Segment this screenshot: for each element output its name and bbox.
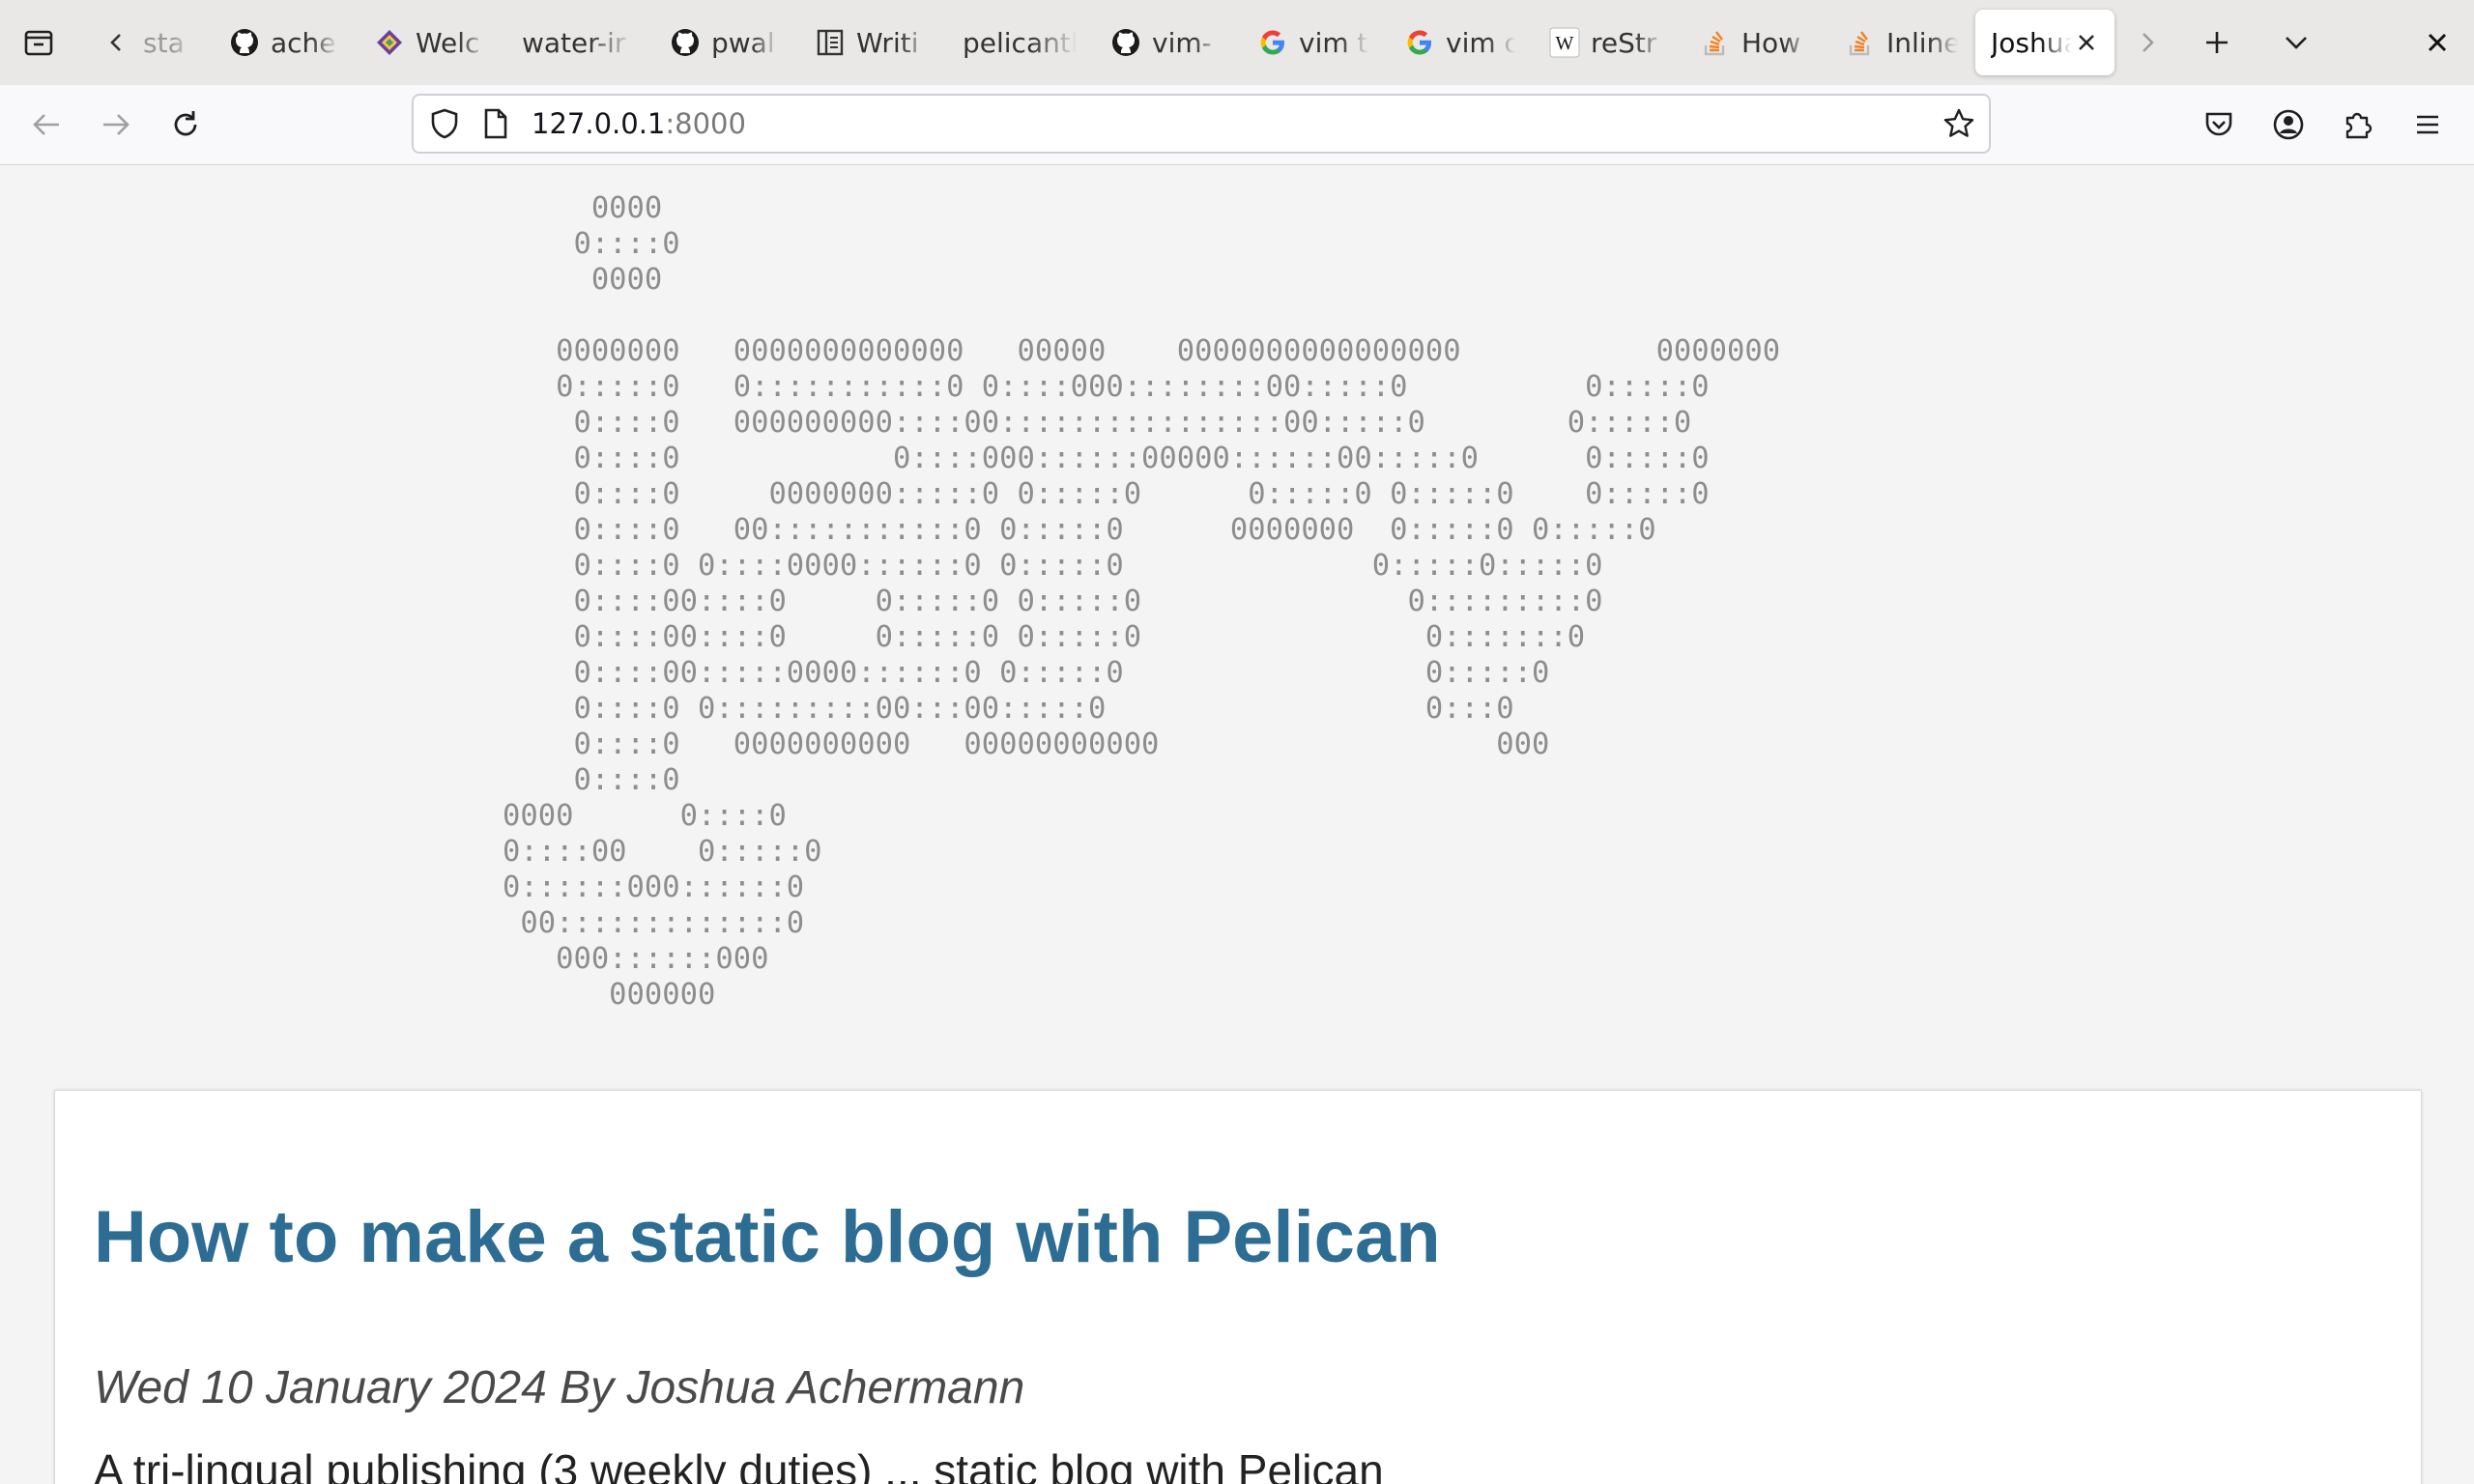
- tab-0[interactable]: sta: [93, 10, 193, 75]
- tab-active[interactable]: Joshua: [1975, 10, 2114, 75]
- arrow-left-icon: [33, 114, 59, 135]
- window-close-button[interactable]: [2402, 0, 2472, 85]
- close-icon: [2428, 33, 2447, 52]
- tab-label: Writi: [856, 26, 919, 59]
- puzzle-icon: [2345, 112, 2373, 139]
- tab-8[interactable]: vim t: [1249, 10, 1368, 75]
- navigation-toolbar: 127.0.0.1:8000: [0, 85, 2474, 165]
- wikipedia-icon: W: [1548, 26, 1581, 59]
- tab-label: pelicantl: [963, 26, 1077, 59]
- firefox-view-button[interactable]: [4, 0, 73, 85]
- forward-button[interactable]: [93, 101, 139, 148]
- url-text[interactable]: 127.0.0.1:8000: [532, 96, 746, 152]
- tab-label: ache: [271, 26, 336, 59]
- tab-9[interactable]: vim c: [1395, 10, 1515, 75]
- tab-label: reStr: [1591, 26, 1657, 59]
- stackoverflow-icon: [1699, 26, 1732, 59]
- tab-label: Inline: [1886, 26, 1958, 59]
- tab-1[interactable]: ache: [220, 10, 338, 75]
- article-card: How to make a static blog with Pelican W…: [54, 1090, 2422, 1484]
- page-info-icon[interactable]: [479, 107, 512, 140]
- hamburger-menu-icon: [2417, 115, 2438, 134]
- github-icon: [1109, 26, 1142, 59]
- tab-label: Welc: [416, 26, 480, 59]
- tab-label: vim-: [1152, 26, 1212, 59]
- tab-3[interactable]: water-ir: [514, 10, 634, 75]
- svg-text:W: W: [1556, 33, 1574, 54]
- tab-11[interactable]: How: [1691, 10, 1811, 75]
- document-icon: [814, 26, 847, 59]
- url-bar[interactable]: 127.0.0.1:8000: [412, 94, 1991, 154]
- close-icon[interactable]: [2072, 28, 2101, 57]
- page-viewport: 0000 0::::0 0000 0000000 0000000000000 0…: [0, 165, 2474, 1484]
- tab-label: vim c: [1446, 26, 1515, 59]
- tab-10[interactable]: W reStr: [1540, 10, 1664, 75]
- extensions-button[interactable]: [2335, 101, 2381, 148]
- pocket-icon: [2205, 112, 2232, 136]
- google-icon: [1403, 26, 1436, 59]
- arrow-right-icon: [103, 114, 129, 135]
- tab-2[interactable]: Welc: [365, 10, 487, 75]
- google-icon: [1256, 26, 1289, 59]
- tab-label: vim t: [1299, 26, 1368, 59]
- tab-6[interactable]: pelicantl: [957, 10, 1077, 75]
- github-icon: [669, 26, 702, 59]
- chevron-right-icon: [2143, 33, 2154, 52]
- article-excerpt: A tri-lingual publishing (3 weekly dutie…: [94, 1445, 1384, 1484]
- article-title-link[interactable]: How to make a static blog with Pelican: [94, 1195, 1441, 1279]
- tab-7[interactable]: vim-: [1102, 10, 1222, 75]
- chevron-down-icon: [2286, 37, 2307, 49]
- github-icon: [228, 26, 261, 59]
- tab-12[interactable]: Inline: [1836, 10, 1958, 75]
- firefox-view-icon: [24, 30, 53, 56]
- pocket-button[interactable]: [2196, 101, 2242, 148]
- url-host: 127.0.0.1: [532, 107, 666, 140]
- tab-4[interactable]: pwal: [661, 10, 779, 75]
- tracking-protection-shield-icon[interactable]: [427, 106, 462, 141]
- tab-bar: sta ache Welc water-ir pwal Writi pelica…: [0, 0, 2474, 85]
- tab-label: water-ir: [522, 26, 626, 59]
- tab-label: pwal: [711, 26, 775, 59]
- kite-logo-icon: [373, 26, 406, 59]
- reload-icon: [174, 111, 197, 136]
- article-meta: Wed 10 January 2024 By Joshua Achermann: [94, 1362, 1025, 1413]
- new-tab-button[interactable]: [2182, 0, 2252, 85]
- back-button[interactable]: [23, 101, 70, 148]
- app-menu-button[interactable]: [2404, 101, 2451, 148]
- list-all-tabs-button[interactable]: [2261, 0, 2331, 85]
- tab-label: sta: [143, 26, 185, 59]
- url-port: :8000: [665, 107, 746, 140]
- chevron-left-icon: [101, 26, 133, 59]
- tab-5[interactable]: Writi: [806, 10, 930, 75]
- account-button[interactable]: [2265, 101, 2312, 148]
- reload-button[interactable]: [162, 101, 209, 148]
- account-icon: [2273, 109, 2304, 140]
- scroll-tabs-right-button[interactable]: [2113, 0, 2182, 85]
- tab-label: Joshua: [1991, 26, 2072, 59]
- ascii-art-logo: 0000 0::::0 0000 0000000 0000000000000 0…: [503, 191, 1781, 1012]
- tab-label: How: [1741, 26, 1801, 59]
- bookmark-star-icon[interactable]: [1941, 105, 1977, 142]
- stackoverflow-icon: [1844, 26, 1877, 59]
- plus-icon: [2206, 32, 2228, 53]
